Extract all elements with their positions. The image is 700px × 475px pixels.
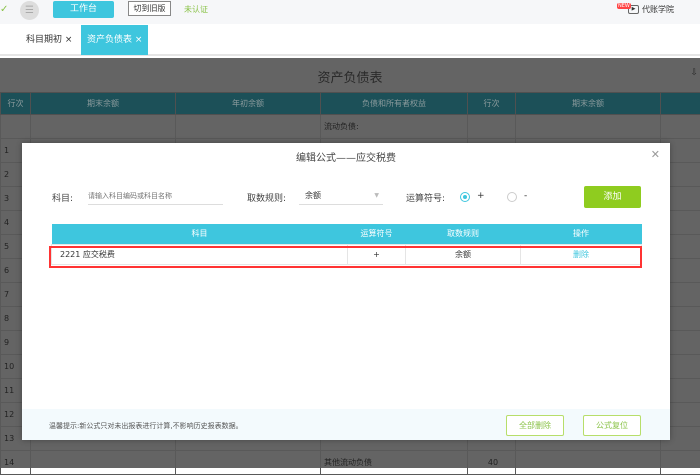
unverified-link[interactable]: 未认证 [184, 4, 208, 15]
end-balance-cell [31, 451, 176, 475]
account-search-input[interactable] [88, 187, 223, 205]
liability-end-balance-cell [516, 451, 661, 475]
notes-icon[interactable]: ☰ [20, 1, 39, 20]
delete-link[interactable]: 删除 [573, 250, 589, 259]
reset-formula-button[interactable]: 公式复位 [583, 415, 641, 436]
table-row: 14 其他流动负债40 [1, 451, 700, 475]
tab-balance-sheet[interactable]: 资产负债表 × [81, 25, 148, 55]
dialog-footer: 温馨提示:新公式只对未出报表进行计算,不影响历史报表数据。 全部删除 公式复位 [22, 409, 670, 440]
begin-balance-cell [176, 115, 321, 139]
col-header: 行次 [468, 93, 516, 115]
dialog-title: 编辑公式——应交税费 [22, 149, 670, 164]
close-icon[interactable]: × [135, 35, 143, 45]
col-header: 年初余额 [176, 93, 321, 115]
academy-label: 代账学院 [642, 4, 674, 15]
col-header: 期末余额 [516, 93, 661, 115]
export-icon[interactable]: ⇩ [690, 68, 698, 78]
plus-radio[interactable] [460, 192, 470, 202]
begin-balance-cell [176, 451, 321, 475]
col-header: 操作 [521, 224, 642, 244]
liability-name-cell: 流动负债: [321, 115, 468, 139]
col-header: 运算符号 [348, 224, 406, 244]
switch-old-version-button[interactable]: 切到旧版 [128, 1, 171, 16]
delete-all-button[interactable]: 全部删除 [506, 415, 564, 436]
new-badge: NEW [617, 3, 631, 9]
liability-end-balance-cell [516, 115, 661, 139]
minus-radio[interactable] [507, 192, 517, 202]
col-header: 期末余额 [31, 93, 176, 115]
liability-name-cell: 其他流动负债 [321, 451, 468, 475]
end-balance-cell [31, 115, 176, 139]
top-bar: ✓ ☰ 工作台 切到旧版 未认证 NEW ▶ 代账学院 [0, 0, 700, 24]
formula-table: 科目 运算符号 取数规则 操作 2221 应交税费 + 余额 删除 [51, 224, 642, 265]
extra-cell [661, 115, 700, 139]
col-header: 科目 [52, 224, 348, 244]
close-icon[interactable]: ✕ [651, 148, 660, 161]
caret-down-icon: ▼ [374, 187, 379, 205]
row-no-cell: 14 [1, 451, 31, 475]
plus-label: + [477, 191, 485, 201]
row-no-cell [1, 115, 31, 139]
extra-cell [661, 451, 700, 475]
tab-account-opening[interactable]: 科目期初 × [26, 25, 72, 55]
tab-bar: 科目期初 × 资产负债表 × [0, 24, 700, 56]
col-header: 行次 [1, 93, 31, 115]
add-button[interactable]: 添加 [584, 186, 641, 208]
workbench-button[interactable]: 工作台 [53, 1, 114, 18]
close-icon[interactable]: × [65, 35, 73, 45]
col-header [661, 93, 700, 115]
table-row: 2221 应交税费 + 余额 删除 [52, 244, 642, 264]
operator-label: 运算符号: [406, 191, 445, 204]
liability-row-no-cell [468, 115, 516, 139]
table-row: 流动负债: [1, 115, 700, 139]
tip-text: 温馨提示:新公式只对未出报表进行计算,不影响历史报表数据。 [49, 421, 243, 431]
page-title: 资产负债表 [0, 67, 700, 86]
account-cell: 2221 应交税费 [52, 244, 348, 264]
tab-label: 科目期初 [26, 35, 62, 45]
liability-row-no-cell: 40 [468, 451, 516, 475]
rule-label: 取数规则: [247, 191, 286, 204]
edit-formula-dialog: 编辑公式——应交税费 ✕ 科目: 取数规则: 余额▼ 运算符号: + - 添加 … [22, 143, 670, 440]
rule-select[interactable]: 余额 ▼ [299, 187, 383, 205]
tab-label: 资产负债表 [87, 35, 132, 45]
academy-link[interactable]: NEW ▶ 代账学院 [620, 4, 674, 15]
rule-cell: 余额 [406, 244, 521, 264]
col-header: 取数规则 [406, 224, 521, 244]
col-header: 负债和所有者权益 [321, 93, 468, 115]
minus-label: - [524, 191, 527, 201]
rule-value: 余额 [305, 191, 321, 200]
action-cell: 删除 [521, 244, 642, 264]
operator-cell: + [348, 244, 406, 264]
check-icon: ✓ [0, 4, 8, 15]
account-label: 科目: [52, 191, 73, 204]
